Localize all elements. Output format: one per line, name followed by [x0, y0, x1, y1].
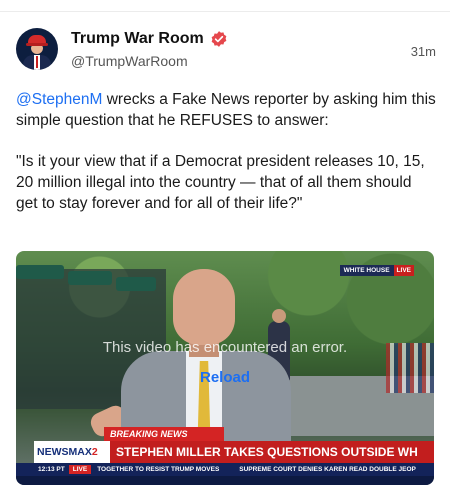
- verified-badge-icon: [211, 31, 227, 47]
- author-handle[interactable]: @TrumpWarRoom: [71, 53, 188, 69]
- news-headline: STEPHEN MILLER TAKES QUESTIONS OUTSIDE W…: [110, 441, 434, 463]
- breaking-news-label: BREAKING NEWS: [104, 427, 224, 441]
- mention-link[interactable]: @StephenM: [16, 91, 102, 108]
- author-display-name[interactable]: Trump War Room: [71, 30, 204, 48]
- video-scene-tent-roof: [16, 265, 64, 279]
- ticker-item: SUPREME COURT DENIES KAREN READ DOUBLE J…: [239, 466, 416, 473]
- author-avatar[interactable]: [16, 28, 58, 70]
- location-bug-label: WHITE HOUSE: [339, 265, 394, 276]
- author-name-row: Trump War Room: [71, 30, 228, 48]
- ticker-bottom-bar: [16, 476, 434, 485]
- ticker-item: TOGETHER TO RESIST TRUMP MOVES: [97, 466, 220, 473]
- post-quote: "Is it your view that if a Democrat pres…: [16, 153, 425, 212]
- newsmax-logo: NEWSMAX2: [34, 441, 110, 463]
- newsmax-logo-suffix: 2: [91, 446, 98, 458]
- news-lower-third: BREAKING NEWS NEWSMAX2 STEPHEN MILLER TA…: [16, 427, 434, 485]
- video-player[interactable]: WHITE HOUSE LIVE This video has encounte…: [16, 251, 434, 485]
- video-error-message: This video has encountered an error.: [102, 339, 348, 356]
- video-scene-tent-roof: [68, 271, 112, 285]
- news-ticker: 12:13 PT LIVE TOGETHER TO RESIST TRUMP M…: [16, 463, 434, 476]
- ticker-time: 12:13 PT: [38, 466, 65, 473]
- reload-button[interactable]: Reload: [16, 369, 434, 386]
- location-bug: WHITE HOUSE LIVE: [339, 265, 414, 276]
- post-body: @StephenM wrecks a Fake News reporter by…: [16, 89, 436, 214]
- top-divider: [0, 0, 450, 12]
- post-timestamp[interactable]: 31m: [411, 44, 436, 59]
- post-header: Trump War Room @TrumpWarRoom 31m: [16, 28, 436, 76]
- ticker-live-badge: LIVE: [68, 465, 92, 474]
- location-live-badge: LIVE: [393, 265, 414, 276]
- newsmax-logo-text: NEWSMAX: [37, 446, 92, 458]
- post-paragraph-1: @StephenM wrecks a Fake News reporter by…: [16, 89, 436, 131]
